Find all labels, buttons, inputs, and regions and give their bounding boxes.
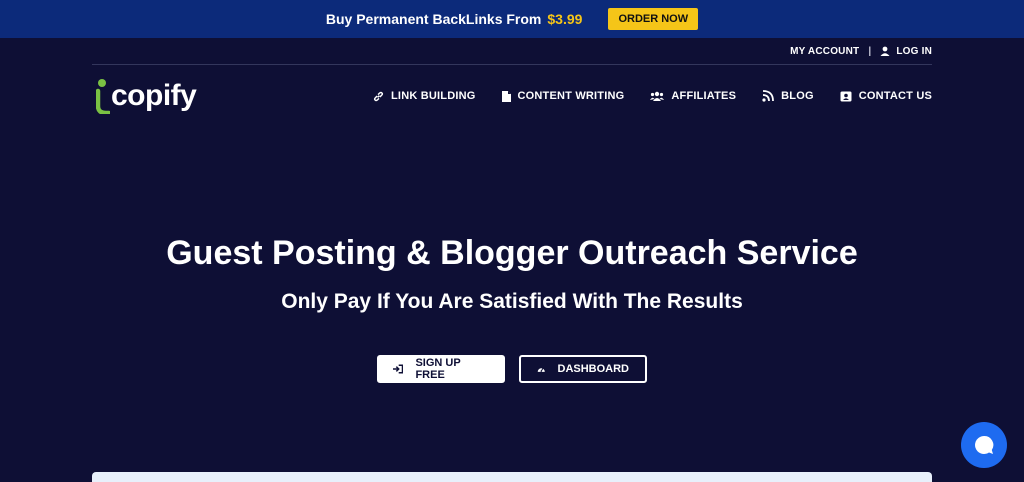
rss-icon (762, 90, 775, 102)
promo-price: $3.99 (547, 11, 583, 27)
main-nav: LINK BUILDING CONTENT WRITING AFFILIATES… (373, 86, 932, 106)
my-account-link[interactable]: MY ACCOUNT (790, 46, 859, 57)
content-panel (92, 472, 932, 482)
logo[interactable]: copify (96, 76, 197, 116)
account-bar: MY ACCOUNT | LOG IN (790, 40, 932, 62)
sign-up-label: SIGN UP FREE (415, 357, 461, 381)
nav-blog[interactable]: BLOG (762, 90, 814, 102)
users-icon (650, 91, 665, 101)
hero-title: Guest Posting & Blogger Outreach Service (166, 234, 858, 272)
user-icon (880, 46, 890, 56)
nav-contact-us[interactable]: CONTACT US (840, 90, 932, 102)
nav-label: LINK BUILDING (391, 90, 476, 102)
login-link[interactable]: LOG IN (896, 46, 932, 57)
order-now-button[interactable]: ORDER NOW (608, 8, 699, 30)
nav-label: CONTENT WRITING (517, 90, 625, 102)
dashboard-button[interactable]: DASHBOARD (519, 355, 647, 383)
hero-buttons: SIGN UP FREE DASHBOARD (0, 355, 1024, 383)
chat-launcher-button[interactable] (961, 422, 1007, 468)
header-divider (92, 64, 932, 65)
promo-text: Buy Permanent BackLinks From (325, 11, 542, 27)
chat-bubble-icon (975, 435, 994, 454)
hero-subtitle: Only Pay If You Are Satisfied With The R… (281, 290, 743, 313)
logo-text: copify (111, 79, 197, 112)
nav-link-building[interactable]: LINK BUILDING (373, 90, 475, 102)
link-icon (373, 91, 384, 101)
nav-label: CONTACT US (858, 90, 932, 102)
nav-label: AFFILIATES (671, 90, 737, 102)
nav-content-writing[interactable]: CONTENT WRITING (501, 90, 625, 102)
logo-mark-icon (96, 79, 110, 114)
nav-label: BLOG (781, 90, 814, 102)
sign-up-free-button[interactable]: SIGN UP FREE (377, 355, 505, 383)
contact-card-icon (840, 91, 852, 101)
speedometer-icon (537, 368, 545, 372)
promo-bar: Buy Permanent BackLinks From $3.99 ORDER… (0, 0, 1024, 38)
document-icon (501, 90, 511, 102)
sign-in-icon (393, 364, 404, 374)
account-separator: | (868, 45, 872, 57)
dashboard-label: DASHBOARD (557, 363, 630, 375)
nav-affiliates[interactable]: AFFILIATES (650, 90, 736, 102)
